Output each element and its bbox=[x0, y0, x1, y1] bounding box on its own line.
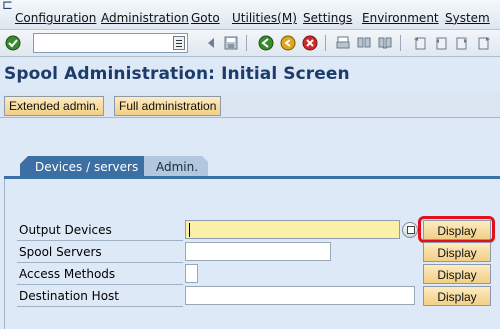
menu-administration[interactable]: Administration bbox=[101, 11, 189, 25]
destination-host-label: Destination Host bbox=[19, 289, 119, 303]
row-underline bbox=[17, 262, 183, 263]
menu-environment[interactable]: Environment bbox=[362, 11, 439, 25]
tab-admin[interactable]: Admin. bbox=[144, 156, 208, 178]
extended-admin-button[interactable]: Extended admin. bbox=[4, 96, 105, 116]
find-icon[interactable] bbox=[354, 33, 374, 53]
output-devices-input[interactable] bbox=[186, 221, 399, 238]
spool-servers-label: Spool Servers bbox=[19, 245, 102, 259]
standard-toolbar bbox=[0, 30, 500, 57]
toolbar-separator bbox=[325, 35, 326, 51]
back-arrow-icon[interactable] bbox=[201, 33, 221, 53]
menu-settings[interactable]: Settings bbox=[303, 11, 352, 25]
display-access-methods-button[interactable]: Display bbox=[423, 264, 491, 284]
next-page-icon[interactable] bbox=[452, 33, 472, 53]
exit-icon[interactable] bbox=[278, 33, 298, 53]
output-devices-label: Output Devices bbox=[19, 223, 112, 237]
row-underline bbox=[17, 306, 183, 307]
full-administration-button[interactable]: Full administration bbox=[114, 96, 222, 116]
display-destination-host-button[interactable]: Display bbox=[423, 286, 491, 306]
enter-icon[interactable] bbox=[3, 33, 23, 53]
access-methods-input[interactable] bbox=[186, 265, 197, 282]
value-help-icon[interactable] bbox=[402, 222, 418, 238]
display-spool-servers-button[interactable]: Display bbox=[423, 242, 491, 262]
row-underline bbox=[17, 284, 183, 285]
menu-bar: ⊏ Configuration Administration Goto Util… bbox=[0, 0, 500, 30]
menu-utilities[interactable]: Utilities(M) bbox=[232, 11, 297, 25]
page-title: Spool Administration: Initial Screen bbox=[4, 64, 350, 84]
spool-servers-input[interactable] bbox=[186, 243, 330, 260]
save-icon[interactable] bbox=[221, 33, 241, 53]
menu-goto[interactable]: Goto bbox=[191, 11, 220, 25]
print-icon[interactable] bbox=[333, 33, 353, 53]
last-page-icon[interactable] bbox=[474, 33, 494, 53]
destination-host-field[interactable] bbox=[185, 286, 415, 305]
access-methods-label: Access Methods bbox=[19, 267, 116, 281]
access-methods-field[interactable] bbox=[185, 264, 198, 283]
command-field[interactable] bbox=[33, 33, 188, 53]
toolbar-separator bbox=[400, 35, 401, 51]
cancel-icon[interactable] bbox=[300, 33, 320, 53]
output-devices-field[interactable] bbox=[185, 220, 400, 239]
toolbar-separator bbox=[246, 35, 247, 51]
menu-system[interactable]: System bbox=[445, 11, 490, 25]
row-underline bbox=[17, 240, 183, 241]
highlight-annotation bbox=[418, 216, 495, 243]
command-input[interactable] bbox=[34, 34, 170, 52]
text-cursor bbox=[189, 223, 190, 237]
sap-menu-icon[interactable]: ⊏ bbox=[2, 0, 13, 13]
find-next-icon[interactable] bbox=[375, 33, 395, 53]
back-icon[interactable] bbox=[256, 33, 276, 53]
destination-host-input[interactable] bbox=[186, 287, 414, 304]
spool-servers-field[interactable] bbox=[185, 242, 331, 261]
previous-page-icon[interactable] bbox=[431, 33, 451, 53]
first-page-icon[interactable] bbox=[410, 33, 430, 53]
application-toolbar: Extended admin. Full administration bbox=[0, 92, 500, 118]
menu-configuration[interactable]: Configuration bbox=[15, 11, 96, 25]
command-history-icon[interactable] bbox=[173, 36, 185, 50]
tab-devices-servers[interactable]: Devices / servers bbox=[20, 156, 144, 178]
